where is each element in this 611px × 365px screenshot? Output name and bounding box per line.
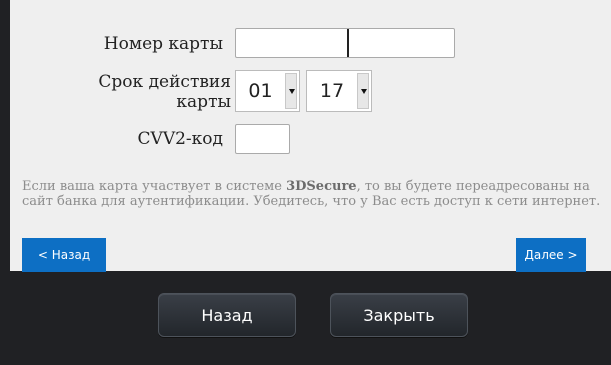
expiry-year-value: 17 <box>319 80 345 102</box>
expiry-year-select[interactable]: 17 <box>306 70 372 112</box>
info-bold: 3DSecure <box>286 179 357 194</box>
dropdown-arrow-icon[interactable] <box>357 73 369 109</box>
info-text: Если ваша карта участвует в системе 3DSe… <box>22 179 602 209</box>
next-nav-button[interactable]: Далее > <box>516 238 586 272</box>
dialog-back-button[interactable]: Назад <box>158 293 296 337</box>
expiry-label: Срок действия карты <box>98 72 231 112</box>
info-prefix: Если ваша карта участвует в системе <box>22 179 287 194</box>
text-cursor <box>347 29 349 57</box>
payment-form-panel: Номер карты Срок действия карты 01 17 CV… <box>10 0 611 272</box>
expiry-month-value: 01 <box>248 80 273 102</box>
cvv-label: CVV2-код <box>137 129 223 149</box>
card-number-input[interactable] <box>235 28 455 58</box>
expiry-label-line2: карты <box>176 92 231 112</box>
expiry-label-line1: Срок действия <box>98 72 231 92</box>
expiry-month-select[interactable]: 01 <box>235 70 300 112</box>
cvv-input[interactable] <box>235 124 290 154</box>
card-number-label: Номер карты <box>103 34 223 54</box>
dialog-close-button[interactable]: Закрыть <box>330 293 468 337</box>
back-nav-button[interactable]: < Назад <box>22 238 106 272</box>
dropdown-arrow-icon[interactable] <box>285 73 297 109</box>
